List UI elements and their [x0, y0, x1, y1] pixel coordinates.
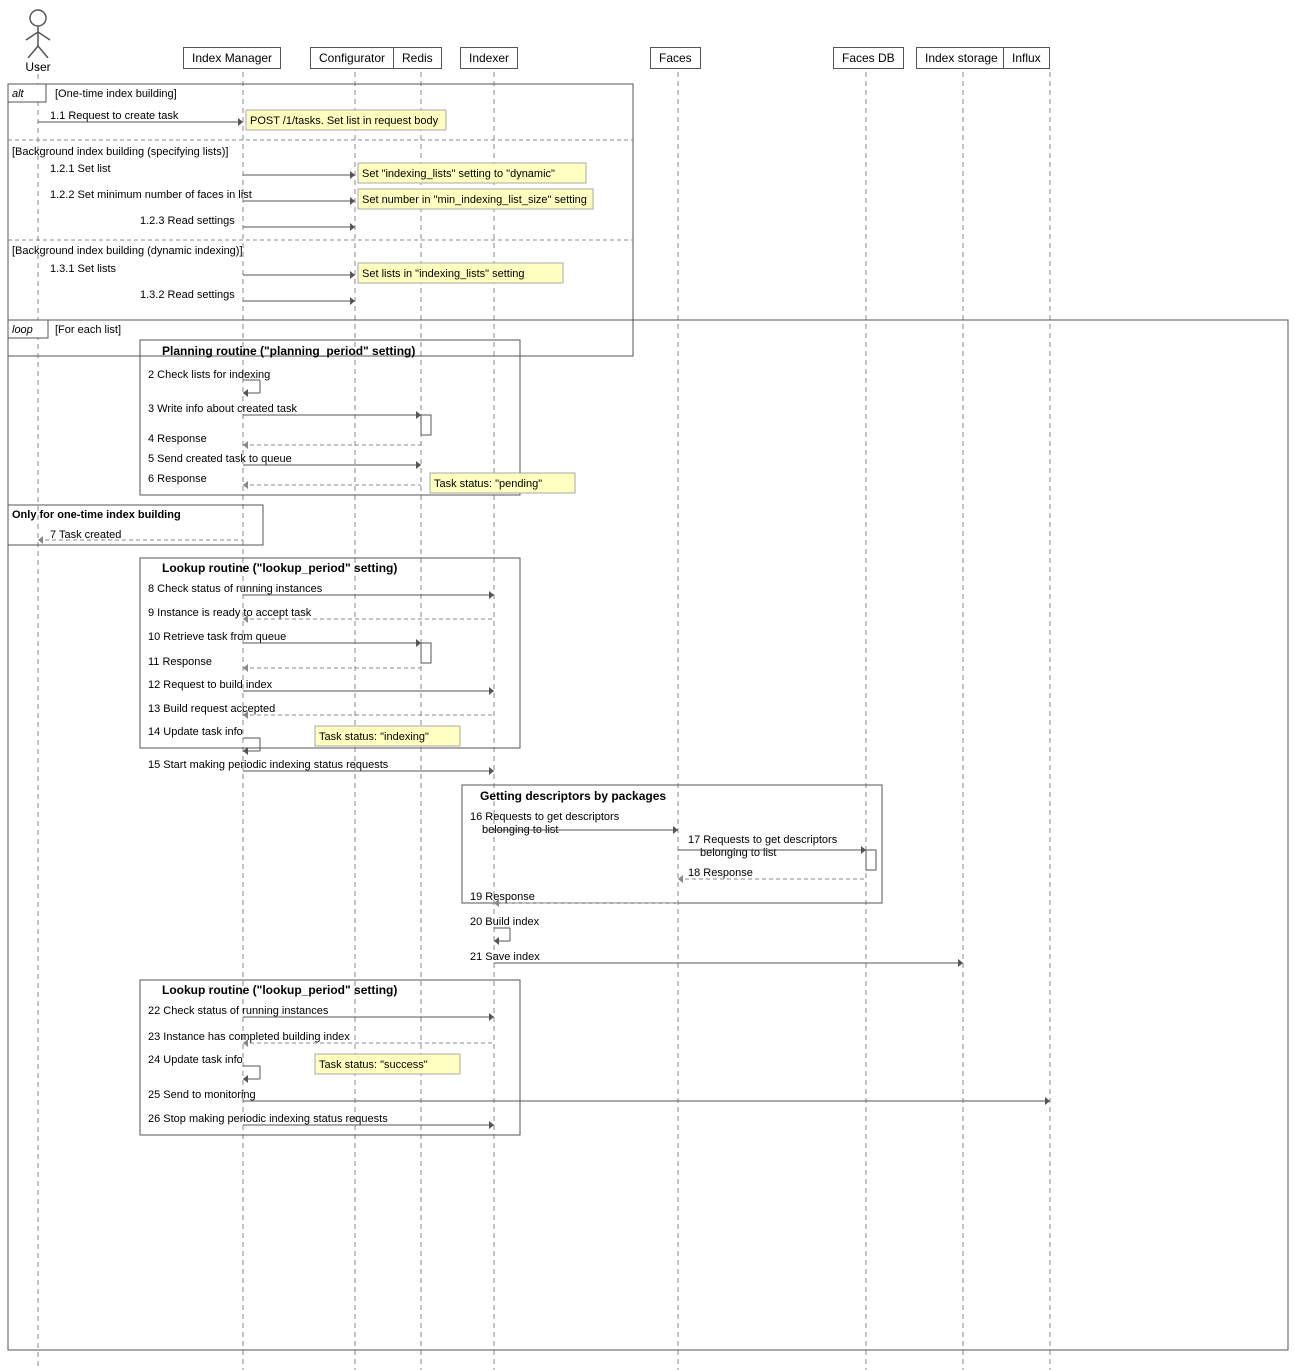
svg-text:[One-time index building]: [One-time index building] [55, 88, 177, 100]
svg-text:alt: alt [12, 88, 25, 100]
svg-text:1.2.1 Set list: 1.2.1 Set list [50, 163, 111, 175]
actor-faces: Faces [650, 47, 701, 69]
svg-text:22 Check status of running ins: 22 Check status of running instances [148, 1005, 329, 1017]
svg-text:POST /1/tasks. Set list in req: POST /1/tasks. Set list in request body [250, 115, 439, 127]
svg-text:23 Instance has completed buil: 23 Instance has completed building index [148, 1031, 350, 1043]
actor-influx: Influx [1003, 47, 1050, 69]
svg-text:Lookup routine ("lookup_period: Lookup routine ("lookup_period" setting) [162, 561, 397, 575]
svg-text:18 Response: 18 Response [688, 867, 753, 879]
svg-text:14 Update task info: 14 Update task info [148, 726, 243, 738]
svg-text:1.3.2 Read settings: 1.3.2 Read settings [140, 289, 235, 301]
svg-text:Set "indexing_lists" setting t: Set "indexing_lists" setting to "dynamic… [362, 168, 555, 180]
svg-text:belonging to list: belonging to list [482, 824, 558, 836]
svg-text:12 Request to build index: 12 Request to build index [148, 679, 273, 691]
svg-text:11 Response: 11 Response [148, 656, 212, 668]
svg-text:[For each list]: [For each list] [55, 324, 121, 336]
svg-text:Planning routine ("planning_pe: Planning routine ("planning_period" sett… [162, 344, 415, 358]
svg-text:21 Save index: 21 Save index [470, 951, 540, 963]
svg-text:6 Response: 6 Response [148, 473, 207, 485]
svg-text:1.2.3 Read settings: 1.2.3 Read settings [140, 215, 235, 227]
svg-text:Set lists in "indexing_lists": Set lists in "indexing_lists" setting [362, 268, 525, 280]
svg-text:2 Check lists for indexing: 2 Check lists for indexing [148, 369, 270, 381]
actor-configurator: Configurator [310, 47, 394, 69]
svg-text:1.1 Request to create task: 1.1 Request to create task [50, 110, 179, 122]
svg-text:5 Send created task to queue: 5 Send created task to queue [148, 453, 292, 465]
svg-text:Task status: "indexing": Task status: "indexing" [319, 731, 429, 743]
svg-text:20 Build index: 20 Build index [470, 916, 540, 928]
svg-text:17 Requests to get descriptors: 17 Requests to get descriptors [688, 834, 838, 846]
svg-text:24 Update task info: 24 Update task info [148, 1054, 243, 1066]
svg-text:25 Send to monitoring: 25 Send to monitoring [148, 1089, 256, 1101]
svg-text:9 Instance is ready to accept: 9 Instance is ready to accept task [148, 607, 312, 619]
actor-faces-db: Faces DB [833, 47, 904, 69]
actor-user: User [18, 8, 58, 74]
svg-text:3 Write info about created tas: 3 Write info about created task [148, 403, 297, 415]
svg-text:Set number in "min_indexing_li: Set number in "min_indexing_list_size" s… [362, 194, 587, 206]
svg-text:Getting descriptors by package: Getting descriptors by packages [480, 789, 666, 803]
svg-text:[Background index building (dy: [Background index building (dynamic inde… [12, 245, 243, 257]
diagram-svg: alt [One-time index building] 1.1 Reques… [0, 0, 1295, 1370]
svg-text:7 Task created: 7 Task created [50, 529, 121, 541]
svg-text:8 Check status of running inst: 8 Check status of running instances [148, 583, 323, 595]
svg-text:13 Build request accepted: 13 Build request accepted [148, 703, 275, 715]
svg-text:4 Response: 4 Response [148, 433, 207, 445]
actor-redis: Redis [393, 47, 442, 69]
svg-text:Task status: "pending": Task status: "pending" [434, 478, 542, 490]
svg-text:10 Retrieve task from queue: 10 Retrieve task from queue [148, 631, 286, 643]
svg-text:1.3.1 Set lists: 1.3.1 Set lists [50, 263, 117, 275]
svg-text:loop: loop [12, 324, 33, 336]
actor-user-label: User [18, 60, 58, 74]
svg-text:26 Stop making periodic indexi: 26 Stop making periodic indexing status … [148, 1113, 388, 1125]
svg-text:Task status: "success": Task status: "success" [319, 1059, 428, 1071]
svg-text:belonging to list: belonging to list [700, 847, 776, 859]
svg-text:Lookup routine ("lookup_period: Lookup routine ("lookup_period" setting) [162, 983, 397, 997]
svg-text:16 Requests to get descriptors: 16 Requests to get descriptors [470, 811, 620, 823]
svg-text:1.2.2 Set minimum number of fa: 1.2.2 Set minimum number of faces in lis… [50, 189, 252, 201]
diagram-container: alt [One-time index building] 1.1 Reques… [0, 0, 1295, 1370]
svg-text:19 Response: 19 Response [470, 891, 535, 903]
actor-index-manager: Index Manager [183, 47, 281, 69]
actor-index-storage: Index storage [916, 47, 1007, 69]
actor-indexer: Indexer [460, 47, 518, 69]
svg-text:[Background index building (sp: [Background index building (specifying l… [12, 146, 228, 158]
svg-text:Only for one-time index buildi: Only for one-time index building [12, 509, 181, 521]
svg-text:15 Start making periodic index: 15 Start making periodic indexing status… [148, 759, 389, 771]
